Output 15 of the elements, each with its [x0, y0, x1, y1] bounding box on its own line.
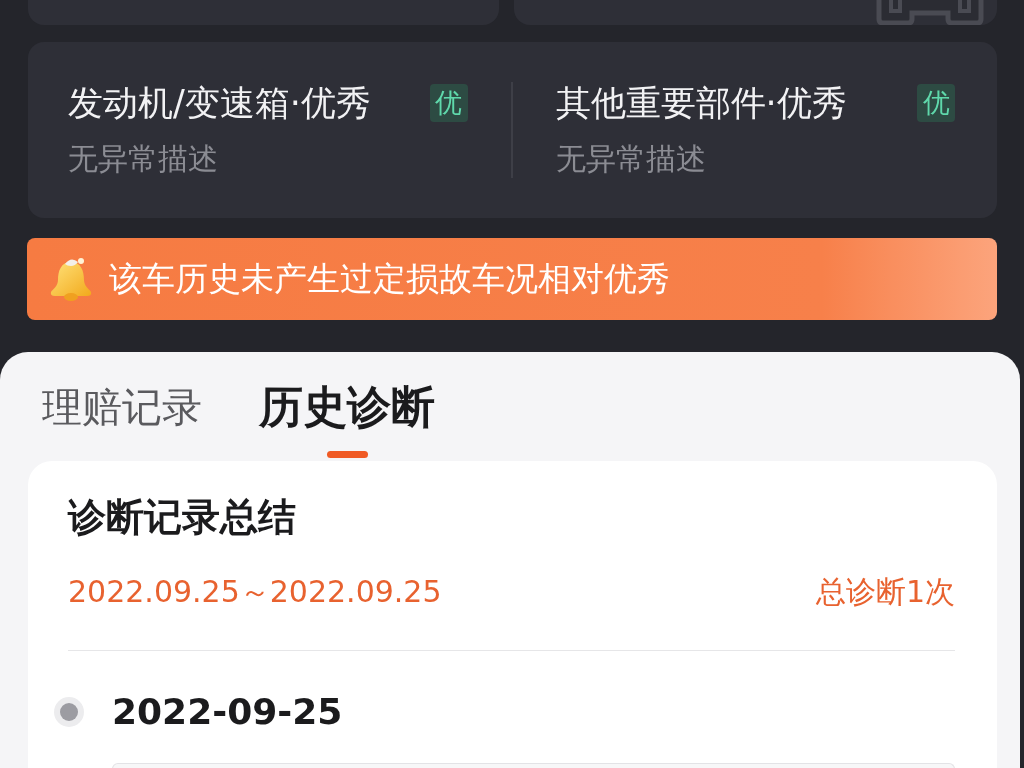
grade-badge: 优 [429, 84, 468, 122]
part-status-title: 其他重要部件·优秀 [555, 82, 847, 124]
tab[interactable]: 理赔记录 [42, 352, 202, 432]
part-description: 无异常描述 [555, 140, 706, 178]
grade-badge: 优 [917, 84, 955, 122]
tab-indicator [326, 451, 368, 458]
record-date: 2022-09-25 [112, 690, 343, 734]
part-description: 无异常描述 [68, 140, 218, 178]
tab[interactable]: 历史诊断 [259, 352, 435, 458]
date-range: 2022.09.25～2022.09.25 [68, 573, 442, 611]
notice-text: 该车历史未产生过定损故车况相对优秀 [109, 259, 670, 300]
summary-title: 诊断记录总结 [68, 495, 297, 539]
diagnosis-count: 总诊断1次 [815, 573, 955, 611]
part-status-title: 发动机/变速箱·优秀 [68, 82, 371, 124]
timeline-dot-icon [54, 697, 84, 727]
